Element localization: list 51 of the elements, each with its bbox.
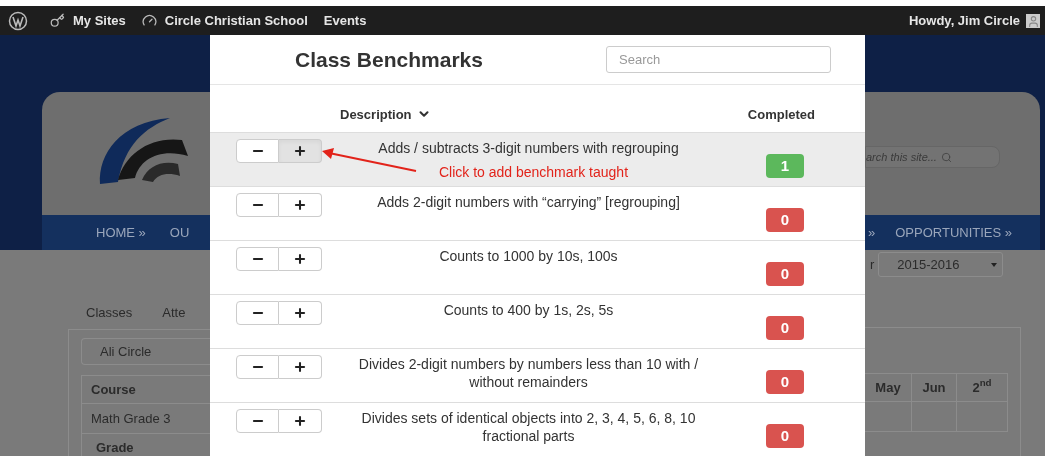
student-select[interactable]: Ali Circle [81,338,210,365]
wordpress-logo-icon[interactable] [8,10,28,31]
column-header[interactable]: Description [340,104,431,124]
column-header[interactable]: Completed [747,104,815,124]
table-header-cell-text: 2$^{nd}$ [971,375,993,397]
completed-count-badge: 0 [766,424,804,448]
benchmark-description: Counts to 400 by 1s, 2s, 5s [443,301,614,319]
completed-count-badge: 0 [766,370,804,394]
nav-link[interactable]: HOME » [96,222,146,243]
table-header-cell: May [865,374,912,401]
plus-icon [293,252,307,266]
plus-icon [293,198,307,212]
admin-bar-link[interactable]: Circle Christian School [164,10,308,31]
search-field[interactable]: Search [606,46,831,73]
annotation-text: Click to add benchmark taught [438,163,629,181]
benchmark-description: Adds 2-digit numbers with “carrying” [regrouping] [377,193,680,211]
gauge-icon [141,13,157,28]
benchmark-description: Counts to 1000 by 10s, 100s [439,247,618,265]
dialog-title: Class Benchmarks [295,46,483,73]
search-icon [940,151,952,163]
year-select[interactable]: 2015-2016 [878,252,1004,277]
plus-icon [293,144,307,158]
nav-link[interactable]: OPPORTUNITIES » [895,222,1013,243]
page-tab[interactable]: Atte [162,303,186,321]
admin-bar-link[interactable]: Events [323,10,367,31]
increment-button[interactable] [279,355,322,379]
nav-link[interactable]: OU [169,222,190,243]
increment-button[interactable] [279,139,322,163]
completed-count-badge: 0 [766,208,804,232]
completed-count-badge: 1 [766,154,804,178]
benchmark-description: Divides sets of identical objects into 2, 3, 4, 5, 6, 8, 10 fractional parts [360,409,697,445]
table-header-cell: Jun [912,374,957,401]
benchmark-description: Divides 2-digit numbers by numbers less than 10 with / without remainders [357,355,700,391]
plus-icon [293,360,307,374]
completed-count-badge: 0 [766,316,804,340]
page-tab[interactable]: Classes [86,303,133,321]
increment-button[interactable] [279,409,322,433]
year-label: r [870,255,875,274]
greeting-link[interactable]: Howdy, Jim Circle [909,10,1020,31]
plus-icon [293,306,307,320]
benchmark-description: Adds / subtracts 3-digit numbers with regrouping [378,139,679,157]
admin-bar-link[interactable]: My Sites [73,10,126,31]
completed-count-badge: 0 [766,262,804,286]
plus-icon [293,414,307,428]
increment-button[interactable] [279,247,322,271]
key-icon [50,13,65,28]
increment-button[interactable] [279,301,322,325]
avatar-icon [1026,13,1040,28]
nav-link[interactable]: » [868,222,876,243]
caret-icon [991,262,998,267]
increment-button[interactable] [279,193,322,217]
